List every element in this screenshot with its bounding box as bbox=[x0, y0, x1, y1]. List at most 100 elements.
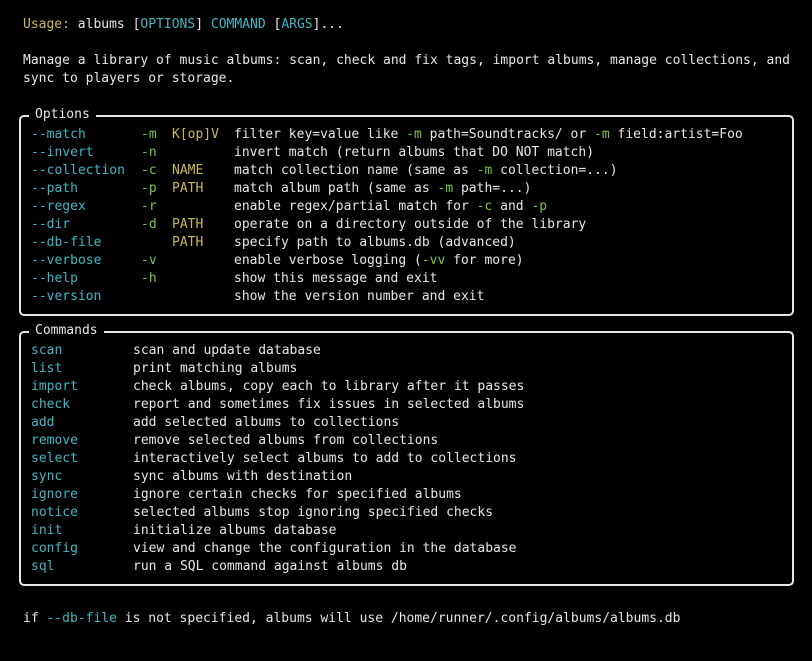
option-description: operate on a directory outside of the li… bbox=[234, 216, 586, 234]
option-description-text: path=Soundtracks/ or bbox=[421, 127, 595, 142]
command-description: view and change the configuration in the… bbox=[133, 541, 517, 556]
command-name: import bbox=[31, 379, 78, 394]
option-description-text: specify path to albums.db (advanced) bbox=[234, 235, 516, 250]
options-panel: Options --match -m K[op]V filter key=value … bbox=[19, 106, 794, 316]
command-description: report and sometimes fix issues in selec… bbox=[133, 397, 525, 412]
option-short-flag: -v bbox=[141, 253, 157, 268]
option-flag-ref: -m bbox=[406, 127, 422, 142]
command-name: remove bbox=[31, 433, 78, 448]
usage-command: COMMAND bbox=[210, 17, 266, 32]
option-argument: PATH bbox=[172, 181, 204, 196]
usage-prog: albums bbox=[77, 17, 125, 32]
option-long-flag: --regex bbox=[31, 199, 86, 214]
option-description-text: show this message and exit bbox=[234, 271, 438, 286]
usage-args: ARGS bbox=[281, 17, 313, 32]
option-description-text: enable verbose logging ( bbox=[234, 253, 422, 268]
command-description: interactively select albums to add to co… bbox=[133, 451, 517, 466]
option-argument: K[op]V bbox=[172, 127, 219, 142]
option-description-text: enable regex/partial match for bbox=[234, 199, 477, 214]
option-argument: NAME bbox=[172, 163, 204, 178]
option-long-flag: --verbose bbox=[31, 253, 102, 268]
command-name: notice bbox=[31, 505, 78, 520]
command-name: select bbox=[31, 451, 78, 466]
footer-text: is not specified, albums will use /home/… bbox=[116, 611, 681, 626]
option-description: invert match (return albums that DO NOT … bbox=[234, 144, 594, 162]
footer-flag: --db-file bbox=[46, 611, 117, 626]
command-description: ignore certain checks for specified albu… bbox=[133, 487, 462, 502]
option-flag-ref: -p bbox=[531, 199, 548, 214]
option-description: enable regex/partial match for -c and -p bbox=[234, 198, 547, 216]
option-short-flag: -c bbox=[141, 163, 157, 178]
commands-panel: Commands scan scan and update database lis… bbox=[19, 322, 794, 586]
option-long-flag: --invert bbox=[31, 145, 94, 160]
option-long-flag: --path bbox=[31, 181, 78, 196]
option-description-text: match album path (same as bbox=[234, 181, 438, 196]
command-name: check bbox=[31, 397, 71, 412]
option-flag-ref: -c bbox=[476, 199, 493, 214]
option-description: specify path to albums.db (advanced) bbox=[234, 234, 516, 252]
option-description: enable verbose logging (-vv for more) bbox=[234, 252, 524, 270]
command-description: sync albums with destination bbox=[133, 469, 353, 484]
option-description: show the version number and exit bbox=[234, 288, 484, 306]
option-flag-ref: -m bbox=[594, 127, 610, 142]
option-argument: PATH bbox=[172, 217, 204, 232]
option-description-text: field:artist=Foo bbox=[609, 127, 743, 142]
usage-line: Usage: albums [OPTIONS] COMMAND [ARGS]..… bbox=[23, 16, 344, 34]
option-flag-ref: -m bbox=[437, 181, 454, 196]
option-long-flag: --help bbox=[31, 271, 78, 286]
command-description: add selected albums to collections bbox=[133, 415, 400, 430]
option-description: match collection name (same as -m collec… bbox=[234, 162, 618, 180]
footer-text: if bbox=[23, 611, 47, 626]
option-description-text: invert match (return albums that DO NOT … bbox=[234, 145, 595, 160]
command-description: print matching albums bbox=[133, 361, 298, 376]
option-description-text: match collection name (same as bbox=[234, 163, 477, 178]
option-short-flag: -r bbox=[141, 199, 157, 214]
description-line-1: Manage a library of music albums: scan, … bbox=[23, 53, 791, 68]
option-long-flag: --collection bbox=[31, 163, 125, 178]
option-description-text: for more) bbox=[445, 253, 524, 268]
command-description: scan and update database bbox=[133, 343, 321, 358]
command-name: add bbox=[31, 415, 55, 430]
option-description: show this message and exit bbox=[234, 270, 438, 288]
command-name: list bbox=[31, 361, 63, 376]
option-short-flag: -h bbox=[141, 271, 157, 286]
command-description: run a SQL command against albums db bbox=[133, 559, 407, 574]
commands-panel-title: Commands bbox=[29, 322, 104, 340]
option-flag-ref: -vv bbox=[421, 253, 446, 268]
command-name: init bbox=[31, 523, 63, 538]
option-short-flag: -m bbox=[141, 127, 157, 142]
command-description: initialize albums database bbox=[133, 523, 337, 538]
option-long-flag: --version bbox=[31, 289, 102, 304]
option-flag-ref: -m bbox=[476, 163, 493, 178]
option-description: filter key=value like -m path=Soundtrack… bbox=[234, 126, 743, 144]
option-long-flag: --db-file bbox=[31, 235, 102, 250]
command-description: remove selected albums from collections bbox=[133, 433, 439, 448]
usage-label: Usage: bbox=[23, 17, 70, 32]
command-name: ignore bbox=[31, 487, 78, 502]
description-line-2: sync to players or storage. bbox=[23, 71, 235, 86]
option-description-text: path=...) bbox=[453, 181, 532, 196]
option-short-flag: -n bbox=[141, 145, 157, 160]
option-description: match album path (same as -m path=...) bbox=[234, 180, 531, 198]
option-argument: PATH bbox=[172, 235, 204, 250]
command-description: selected albums stop ignoring specified … bbox=[133, 505, 494, 520]
option-description-text: collection=...) bbox=[492, 163, 618, 178]
usage-ellipsis: ]... bbox=[312, 17, 344, 32]
option-long-flag: --match bbox=[31, 127, 86, 142]
options-panel-title: Options bbox=[29, 106, 96, 124]
option-description-text: show the version number and exit bbox=[234, 289, 485, 304]
command-name: scan bbox=[31, 343, 63, 358]
option-short-flag: -d bbox=[141, 217, 157, 232]
command-name: sql bbox=[31, 559, 55, 574]
option-short-flag: -p bbox=[141, 181, 157, 196]
footer-line: if --db-file is not specified, albums wi… bbox=[23, 610, 680, 628]
option-description-text: operate on a directory outside of the li… bbox=[234, 217, 587, 232]
usage-options: OPTIONS bbox=[140, 17, 196, 32]
usage-bracket: ] bbox=[195, 17, 204, 32]
command-name: sync bbox=[31, 469, 63, 484]
option-description-text: filter key=value like bbox=[234, 127, 407, 142]
command-description: check albums, copy each to library after… bbox=[133, 379, 525, 394]
command-name: config bbox=[31, 541, 78, 556]
option-description-text: and bbox=[492, 199, 532, 214]
option-long-flag: --dir bbox=[31, 217, 71, 232]
